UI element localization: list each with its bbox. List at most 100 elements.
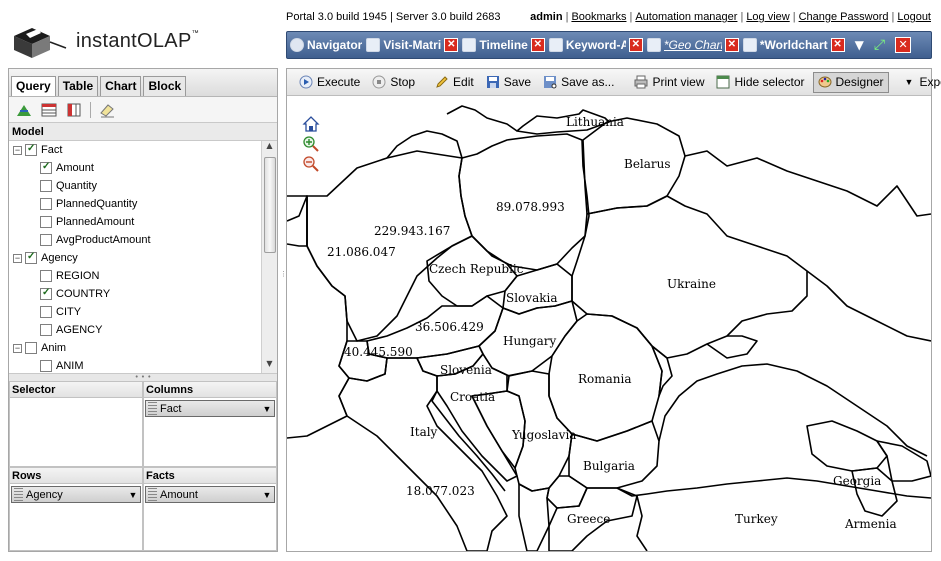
tab-query[interactable]: Query	[11, 76, 56, 96]
tree-node-checkbox[interactable]	[40, 234, 52, 246]
tab-visit-matrix[interactable]: Visit-Matri ✕	[366, 34, 459, 56]
tree-node-fact[interactable]: − Fact	[13, 142, 62, 158]
tab-block[interactable]: Block	[143, 76, 187, 96]
tab-chart[interactable]: Chart	[100, 76, 142, 96]
scroll-up-icon[interactable]: ▲	[262, 141, 277, 155]
tree-node-plannedquantity[interactable]: PlannedQuantity	[40, 196, 137, 212]
tree-node-checkbox[interactable]	[25, 342, 37, 354]
tree-node-checkbox[interactable]	[25, 251, 37, 264]
close-all-icon[interactable]: ✕	[895, 37, 912, 53]
tree-node-anim[interactable]: ANIM	[40, 358, 84, 373]
columns-layout-icon[interactable]	[65, 102, 83, 118]
tree-node-country[interactable]: COUNTRY	[40, 286, 110, 302]
home-icon[interactable]	[302, 116, 320, 132]
logout-link[interactable]: Logout	[897, 11, 931, 23]
chevron-down-icon[interactable]: ▼	[260, 490, 274, 500]
close-icon[interactable]: ✕	[444, 38, 459, 52]
log-view-link[interactable]: Log view	[746, 11, 789, 23]
country-border-georgia[interactable]	[806, 420, 888, 472]
close-icon[interactable]: ✕	[530, 38, 545, 52]
selector-zone[interactable]: Selector	[9, 381, 143, 467]
tab-list-dropdown-icon[interactable]: ▼	[855, 38, 864, 52]
rows-zone[interactable]: Rows Agency ▼	[9, 467, 143, 551]
stop-button[interactable]: Stop	[368, 72, 419, 93]
tree-node-checkbox[interactable]	[40, 198, 52, 210]
designer-button[interactable]: Designer	[812, 71, 889, 93]
eraser-icon[interactable]	[98, 102, 116, 118]
tree-node-checkbox[interactable]	[40, 180, 52, 192]
hide-selector-button[interactable]: Hide selector	[712, 72, 808, 93]
save-as-button[interactable]: Save as...	[539, 72, 618, 93]
collapse-icon[interactable]: −	[13, 343, 22, 353]
tab-timeline[interactable]: Timeline ✕	[462, 34, 545, 56]
country-border-france[interactable]	[287, 195, 350, 439]
coastline-crimea[interactable]	[706, 335, 758, 359]
table-layout-icon[interactable]	[40, 102, 58, 118]
close-icon[interactable]: ✕	[830, 38, 845, 52]
tree-node-checkbox[interactable]	[40, 161, 52, 174]
scroll-down-icon[interactable]: ▼	[262, 359, 277, 373]
zoom-out-icon[interactable]	[303, 156, 319, 172]
country-border-turkey-west[interactable]	[636, 495, 648, 551]
tree-node-amount[interactable]: Amount	[40, 160, 94, 176]
change-password-link[interactable]: Change Password	[799, 11, 889, 23]
tab-worldchart[interactable]: *Worldchart ✕	[742, 34, 845, 56]
swap-axes-icon[interactable]	[15, 102, 33, 118]
tree-node-checkbox[interactable]	[40, 306, 52, 318]
drag-handle-icon[interactable]	[14, 488, 23, 501]
zoom-in-icon[interactable]	[303, 136, 319, 152]
tree-node-checkbox[interactable]	[40, 287, 52, 300]
save-button[interactable]: Save	[482, 72, 535, 93]
chevron-down-icon[interactable]: ▼	[126, 490, 140, 500]
collapse-icon[interactable]: −	[13, 145, 22, 155]
tree-node-checkbox[interactable]	[40, 216, 52, 228]
coastline-adriatic[interactable]	[431, 390, 506, 492]
scroll-thumb[interactable]	[264, 157, 276, 253]
edit-button[interactable]: Edit	[431, 72, 478, 93]
bookmarks-link[interactable]: Bookmarks	[571, 11, 626, 23]
tab-keyword-analysis[interactable]: Keyword-A ✕	[548, 34, 643, 56]
country-border-bulgaria[interactable]	[568, 420, 660, 489]
tree-node-avgproductamount[interactable]: AvgProductAmount	[40, 232, 151, 248]
automation-manager-link[interactable]: Automation manager	[635, 11, 737, 23]
country-border-latvia-coast[interactable]	[446, 105, 518, 132]
maximize-icon[interactable]: ⤢	[874, 37, 885, 53]
tab-navigator[interactable]: Navigator	[290, 34, 362, 56]
tree-node-agency[interactable]: AGENCY	[40, 322, 102, 338]
collapse-icon[interactable]: −	[13, 253, 22, 263]
tree-node-agency[interactable]: − Agency	[13, 250, 78, 266]
column-chip-fact[interactable]: Fact ▼	[145, 400, 275, 417]
drag-handle-icon[interactable]	[148, 488, 157, 501]
row-chip-agency[interactable]: Agency ▼	[11, 486, 141, 503]
print-view-button[interactable]: Print view	[630, 72, 708, 93]
drag-handle-icon[interactable]	[148, 402, 157, 415]
vertical-splitter[interactable]: ⋮	[280, 271, 287, 288]
panel-splitter[interactable]: • • •	[9, 373, 277, 381]
tree-node-region[interactable]: REGION	[40, 268, 99, 284]
model-tree-scrollbar[interactable]: ▲ ▼	[261, 141, 277, 373]
tab-table[interactable]: Table	[57, 76, 99, 96]
tree-node-plannedamount[interactable]: PlannedAmount	[40, 214, 134, 230]
columns-zone[interactable]: Columns Fact ▼	[143, 381, 277, 467]
tree-node-quantity[interactable]: Quantity	[40, 178, 97, 194]
coastline-baltic[interactable]	[386, 130, 463, 159]
facts-zone[interactable]: Facts Amount ▼	[143, 467, 277, 551]
country-border-turkey[interactable]	[616, 477, 931, 499]
tab-geo-chart[interactable]: *Geo Chart ✕	[646, 34, 739, 56]
tree-node-city[interactable]: CITY	[40, 304, 81, 320]
execute-button[interactable]: Execute	[295, 72, 364, 93]
chevron-down-icon[interactable]: ▼	[260, 404, 274, 414]
tree-node-checkbox[interactable]	[40, 270, 52, 282]
country-border-albania[interactable]	[518, 483, 550, 551]
country-border-russia-south[interactable]	[806, 270, 931, 342]
close-icon[interactable]: ✕	[628, 38, 643, 52]
close-icon[interactable]: ✕	[724, 38, 739, 52]
tree-node-checkbox[interactable]	[40, 360, 52, 372]
country-border-russia-east[interactable]	[684, 150, 931, 217]
fact-chip-amount[interactable]: Amount ▼	[145, 486, 275, 503]
geo-chart-map[interactable]: Lithuania Belarus Czech Republic Slovaki…	[287, 96, 931, 551]
country-border-moldova[interactable]	[636, 327, 673, 397]
tree-node-checkbox[interactable]	[40, 324, 52, 336]
tree-node-anim[interactable]: − Anim	[13, 340, 66, 356]
export-button[interactable]: ▼ Export	[901, 72, 941, 93]
